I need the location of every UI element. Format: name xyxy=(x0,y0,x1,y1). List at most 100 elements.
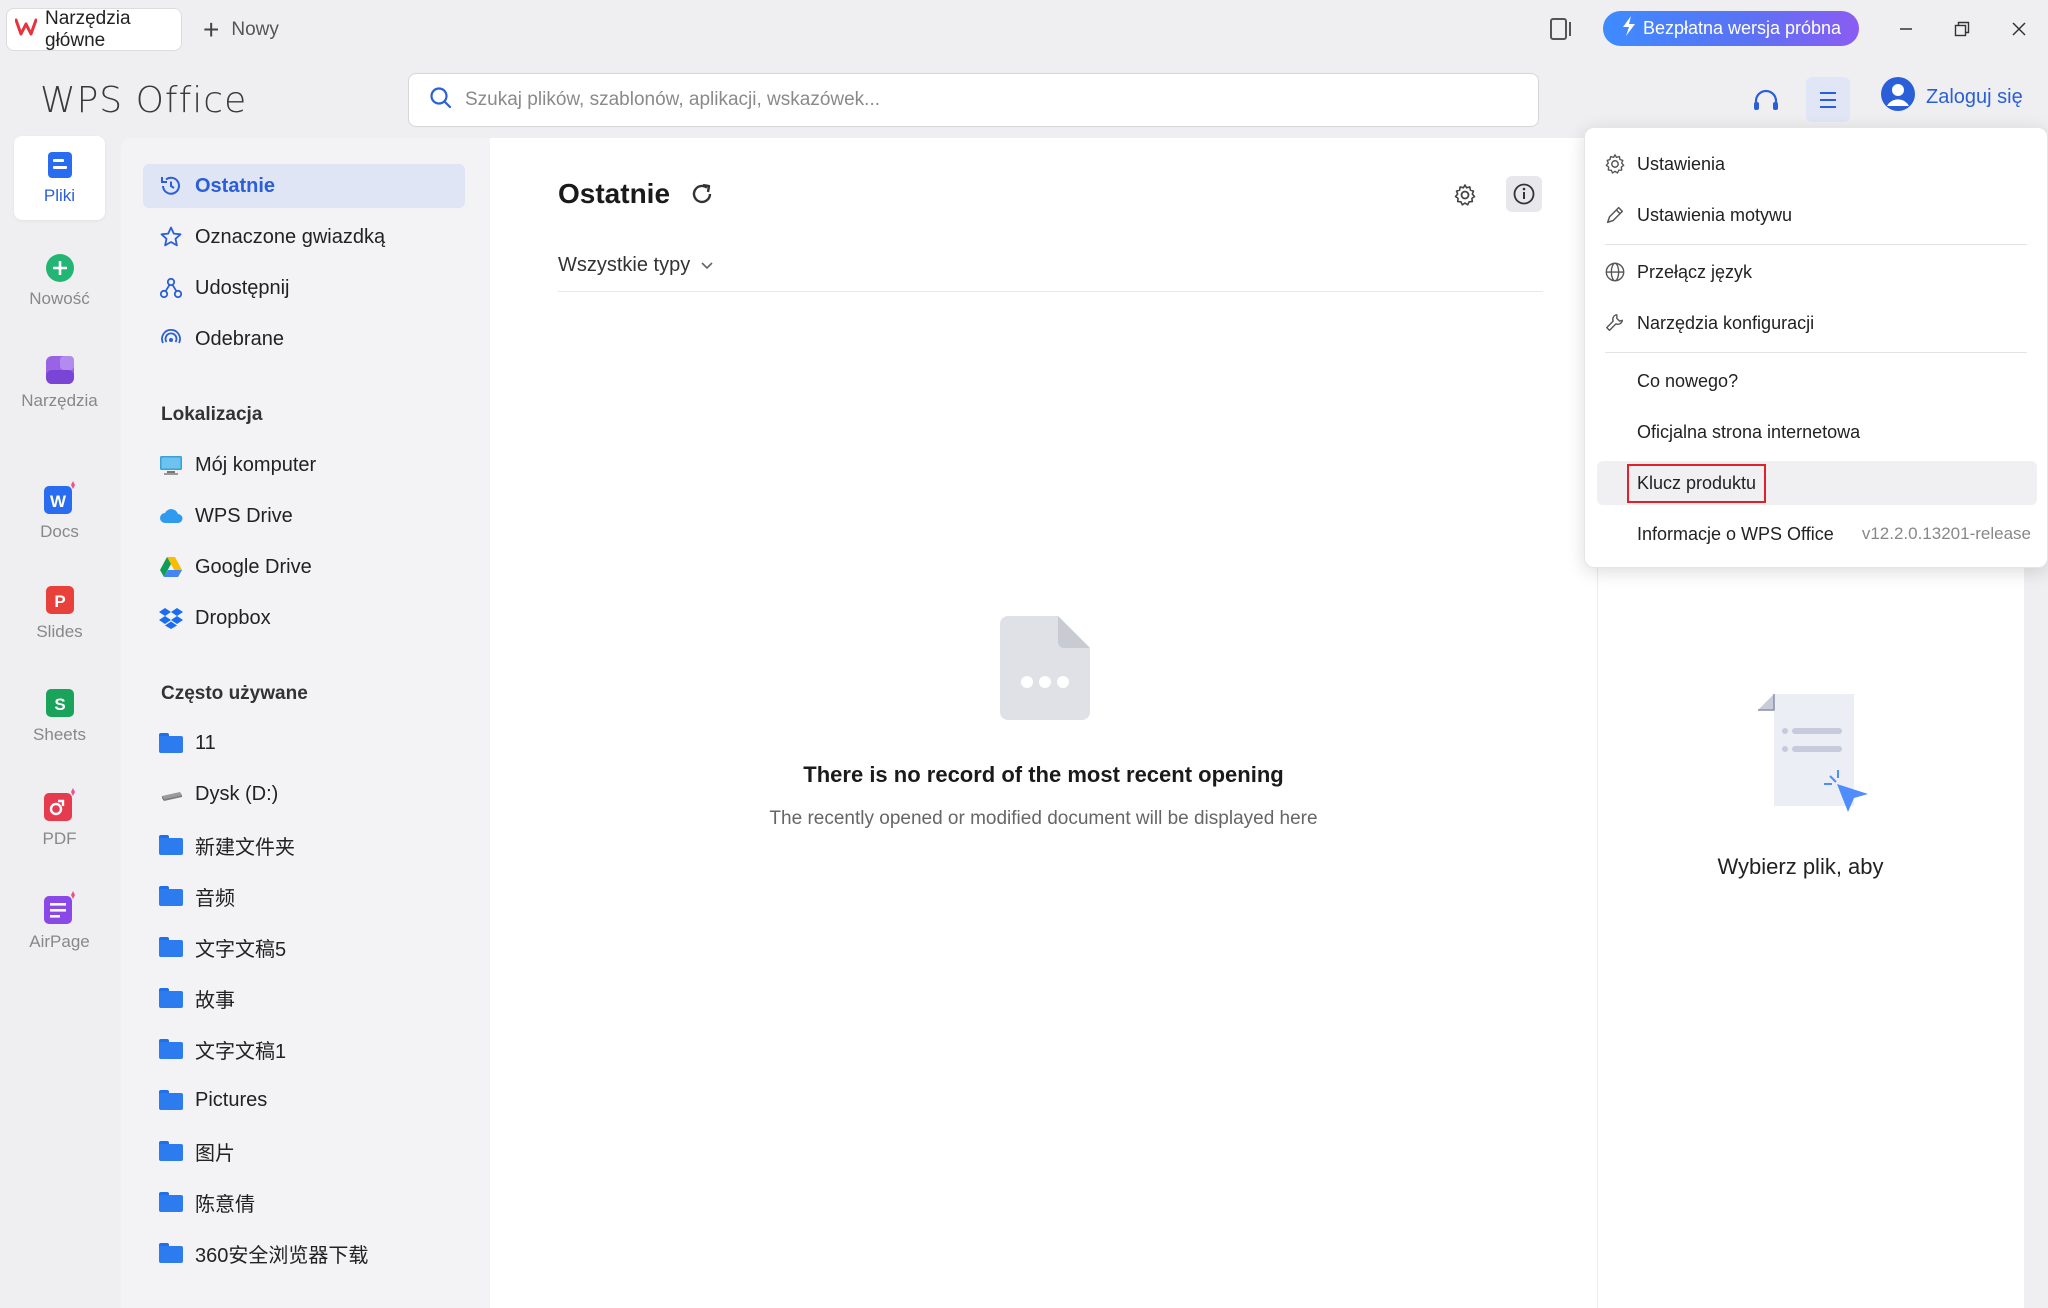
svg-text:P: P xyxy=(54,592,65,611)
sidebar-item-label: 陈意倩 xyxy=(195,1193,255,1216)
folder-icon xyxy=(159,1141,183,1161)
title-bar: Narzędzia główne + Nowy Bezpłatna wersja… xyxy=(0,0,2048,58)
sidebar-item-label: Google Drive xyxy=(195,555,312,578)
sidebar-item-label: Dysk (D:) xyxy=(195,782,279,805)
sidebar-item-folder[interactable]: 故事 xyxy=(143,976,465,1020)
sidebar-item-folder[interactable]: 陈意倩 xyxy=(143,1180,465,1224)
sidebar-item-recent[interactable]: Ostatnie xyxy=(143,164,465,208)
minimize-icon xyxy=(1900,28,1912,30)
menu-item-theme[interactable]: Ustawienia motywu xyxy=(1597,193,2037,237)
sidebar-item-wps-drive[interactable]: WPS Drive xyxy=(143,494,465,538)
main-menu-button[interactable] xyxy=(1806,77,1850,122)
menu-item-language[interactable]: Przełącz język xyxy=(1597,250,2037,294)
folder-icon xyxy=(159,988,183,1008)
pdf-icon xyxy=(43,788,75,821)
main-menu-dropdown: Ustawienia Ustawienia motywu Przełącz ję… xyxy=(1584,127,2048,568)
divider xyxy=(558,291,1543,292)
sidebar-item-folder[interactable]: 音频 xyxy=(143,874,465,918)
sidebar-item-received[interactable]: Odebrane xyxy=(143,317,465,361)
sidebar-item-my-computer[interactable]: Mój komputer xyxy=(143,443,465,487)
slides-icon: P xyxy=(45,586,74,614)
sidebar-item-folder[interactable]: 11 xyxy=(143,721,465,765)
brush-icon xyxy=(1603,203,1627,227)
sheets-icon: S xyxy=(45,689,74,717)
star-icon xyxy=(160,226,182,247)
rail-new[interactable]: Nowość xyxy=(14,239,105,323)
sidebar-item-folder[interactable]: 360安全浏览器下载 xyxy=(143,1231,465,1275)
computer-icon xyxy=(160,456,182,475)
preview-hint: Wybierz plik, aby xyxy=(1717,854,1884,879)
menu-item-label: Klucz produktu xyxy=(1627,463,1767,503)
rail-sheets[interactable]: S Sheets xyxy=(14,674,105,758)
rail-tools[interactable]: Narzędzia xyxy=(14,341,105,425)
sidebar-item-folder[interactable]: 文字文稿1 xyxy=(143,1027,465,1071)
sidebar-item-label: 图片 xyxy=(195,1142,235,1165)
sidebar-item-folder[interactable]: 新建文件夹 xyxy=(143,823,465,867)
page-title: Ostatnie xyxy=(558,178,671,209)
menu-item-label: Co nowego? xyxy=(1637,370,1739,391)
menu-item-label: Ustawienia xyxy=(1637,153,1726,174)
view-settings-button[interactable] xyxy=(1448,178,1482,212)
menu-item-whats-new[interactable]: Co nowego? xyxy=(1597,359,2037,403)
free-trial-button[interactable]: Bezpłatna wersja próbna xyxy=(1603,11,1859,46)
sidebar: Ostatnie Oznaczone gwiazdką Udostępnij O… xyxy=(121,138,490,1308)
sidebar-item-google-drive[interactable]: Google Drive xyxy=(143,545,465,589)
rail-tools-label: Narzędzia xyxy=(21,391,98,410)
wps-logo-icon xyxy=(14,17,38,43)
new-tab-button[interactable]: + Nowy xyxy=(203,14,279,46)
globe-icon xyxy=(1603,260,1627,284)
version-label: v12.2.0.13201-release xyxy=(1861,524,2031,543)
login-button[interactable]: Zaloguj się xyxy=(1880,77,2023,116)
sidebar-item-folder[interactable]: 图片 xyxy=(143,1129,465,1173)
rail-docs[interactable]: W Docs xyxy=(14,469,105,553)
svg-text:W: W xyxy=(49,492,66,511)
login-label: Zaloguj się xyxy=(1926,85,2023,108)
folder-icon xyxy=(159,1039,183,1059)
sidebar-item-starred[interactable]: Oznaczone gwiazdką xyxy=(143,215,465,259)
menu-item-website[interactable]: Oficjalna strona internetowa xyxy=(1597,410,2037,454)
info-button[interactable] xyxy=(1506,176,1542,212)
menu-separator xyxy=(1605,352,2027,353)
menu-item-settings[interactable]: Ustawienia xyxy=(1597,142,2037,186)
file-type-filter[interactable]: Wszystkie typy xyxy=(558,254,714,277)
svg-text:S: S xyxy=(54,695,65,714)
folder-icon xyxy=(159,937,183,957)
new-plus-icon xyxy=(45,254,74,282)
restore-button[interactable] xyxy=(1942,10,1982,48)
rail-docs-label: Docs xyxy=(40,522,79,541)
rail-files[interactable]: Pliki xyxy=(14,136,105,220)
search-input[interactable] xyxy=(465,89,1465,111)
sidebar-item-label: 11 xyxy=(195,731,216,754)
close-icon xyxy=(2012,22,2026,36)
support-button[interactable] xyxy=(1748,84,1784,120)
tablet-mode-icon[interactable] xyxy=(1548,14,1574,44)
refresh-button[interactable] xyxy=(688,180,716,208)
main-panel: Ostatnie Wszystkie typy There is no reco… xyxy=(490,138,1597,1308)
sidebar-item-folder[interactable]: Pictures xyxy=(143,1078,465,1122)
menu-item-label: Informacje o WPS Office xyxy=(1637,523,1834,544)
menu-item-label: Przełącz język xyxy=(1637,261,1753,282)
sidebar-item-folder[interactable]: 文字文稿5 xyxy=(143,925,465,969)
sidebar-item-label: Mój komputer xyxy=(195,453,317,476)
menu-item-about[interactable]: Informacje o WPS Office v12.2.0.13201-re… xyxy=(1597,512,2037,556)
menu-item-config-tools[interactable]: Narzędzia konfiguracji xyxy=(1597,301,2037,345)
rail-slides[interactable]: P Slides xyxy=(14,571,105,655)
sidebar-item-label: Ostatnie xyxy=(195,174,276,197)
search-bar[interactable] xyxy=(408,73,1539,127)
tools-icon xyxy=(45,356,74,384)
minimize-button[interactable] xyxy=(1886,10,1926,48)
menu-item-product-key[interactable]: Klucz produktu xyxy=(1597,461,2037,505)
gear-icon xyxy=(1454,184,1476,206)
empty-state-subtitle: The recently opened or modified document… xyxy=(769,808,1318,829)
menu-item-label: Ustawienia motywu xyxy=(1637,204,1793,225)
sidebar-item-share[interactable]: Udostępnij xyxy=(143,266,465,310)
rail-files-label: Pliki xyxy=(43,186,76,205)
close-button[interactable] xyxy=(1999,10,2039,48)
rail-pdf[interactable]: PDF xyxy=(14,776,105,860)
tab-home[interactable]: Narzędzia główne xyxy=(6,8,182,51)
headset-icon xyxy=(1754,89,1778,110)
sidebar-item-dropbox[interactable]: Dropbox xyxy=(143,596,465,640)
locations-heading: Lokalizacja xyxy=(161,404,263,425)
sidebar-item-drive-d[interactable]: Dysk (D:) xyxy=(143,772,465,816)
rail-airpage[interactable]: AirPage xyxy=(14,879,105,963)
